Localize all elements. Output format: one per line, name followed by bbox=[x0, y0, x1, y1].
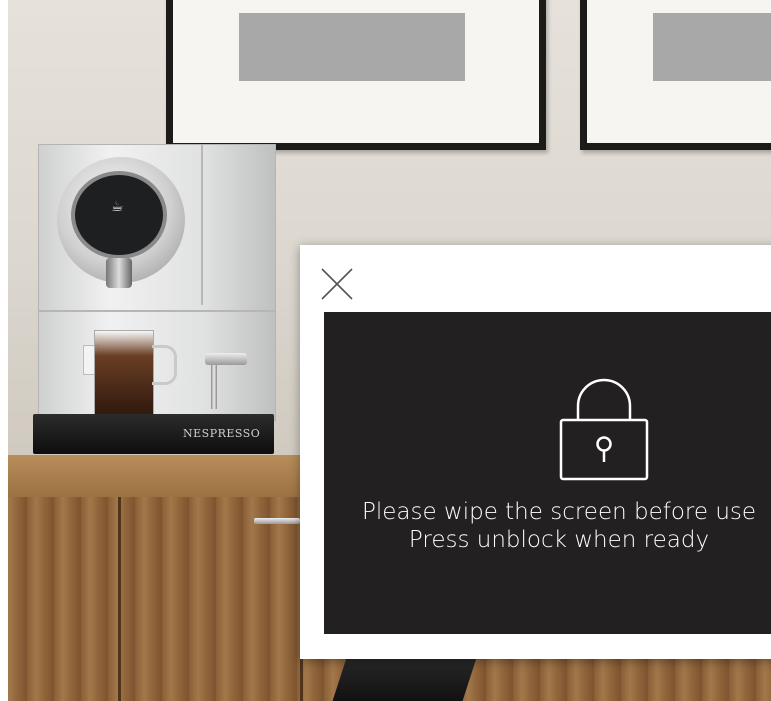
message-line-2: Press unblock when ready bbox=[408, 527, 710, 553]
brand-logo: NESPRESSO bbox=[183, 427, 261, 440]
machine-body: ☕ bbox=[38, 144, 276, 421]
frame-artwork bbox=[653, 13, 771, 81]
close-button[interactable] bbox=[320, 267, 354, 301]
left-edge bbox=[0, 0, 8, 701]
stand-base bbox=[332, 655, 478, 701]
cabinet-seam bbox=[118, 497, 121, 701]
lock-icon bbox=[559, 378, 649, 481]
coffee-glass bbox=[94, 330, 154, 420]
screen-lock-dialog: Please wipe the screen before use Press … bbox=[300, 245, 771, 659]
lock-panel: Please wipe the screen before use Press … bbox=[324, 312, 771, 634]
lock-message: Please wipe the screen before use Press … bbox=[324, 498, 771, 554]
frame-artwork bbox=[239, 13, 465, 81]
glass-handle bbox=[152, 345, 177, 385]
machine-panel-split bbox=[201, 145, 203, 305]
machine-panel-line bbox=[39, 310, 275, 312]
coffee-spout bbox=[106, 258, 132, 288]
close-icon bbox=[321, 268, 353, 300]
picture-frame-right bbox=[580, 0, 771, 150]
milk-nozzle bbox=[205, 353, 247, 365]
cup-icon: ☕ bbox=[111, 199, 124, 215]
coffee-machine: ☕ NESPRESSO bbox=[33, 144, 278, 454]
cabinet-handle bbox=[254, 518, 300, 524]
machine-screen: ☕ bbox=[71, 171, 167, 259]
milk-pipe bbox=[211, 365, 217, 409]
message-line-1: Please wipe the screen before use bbox=[361, 499, 757, 525]
picture-frame-left bbox=[166, 0, 546, 150]
